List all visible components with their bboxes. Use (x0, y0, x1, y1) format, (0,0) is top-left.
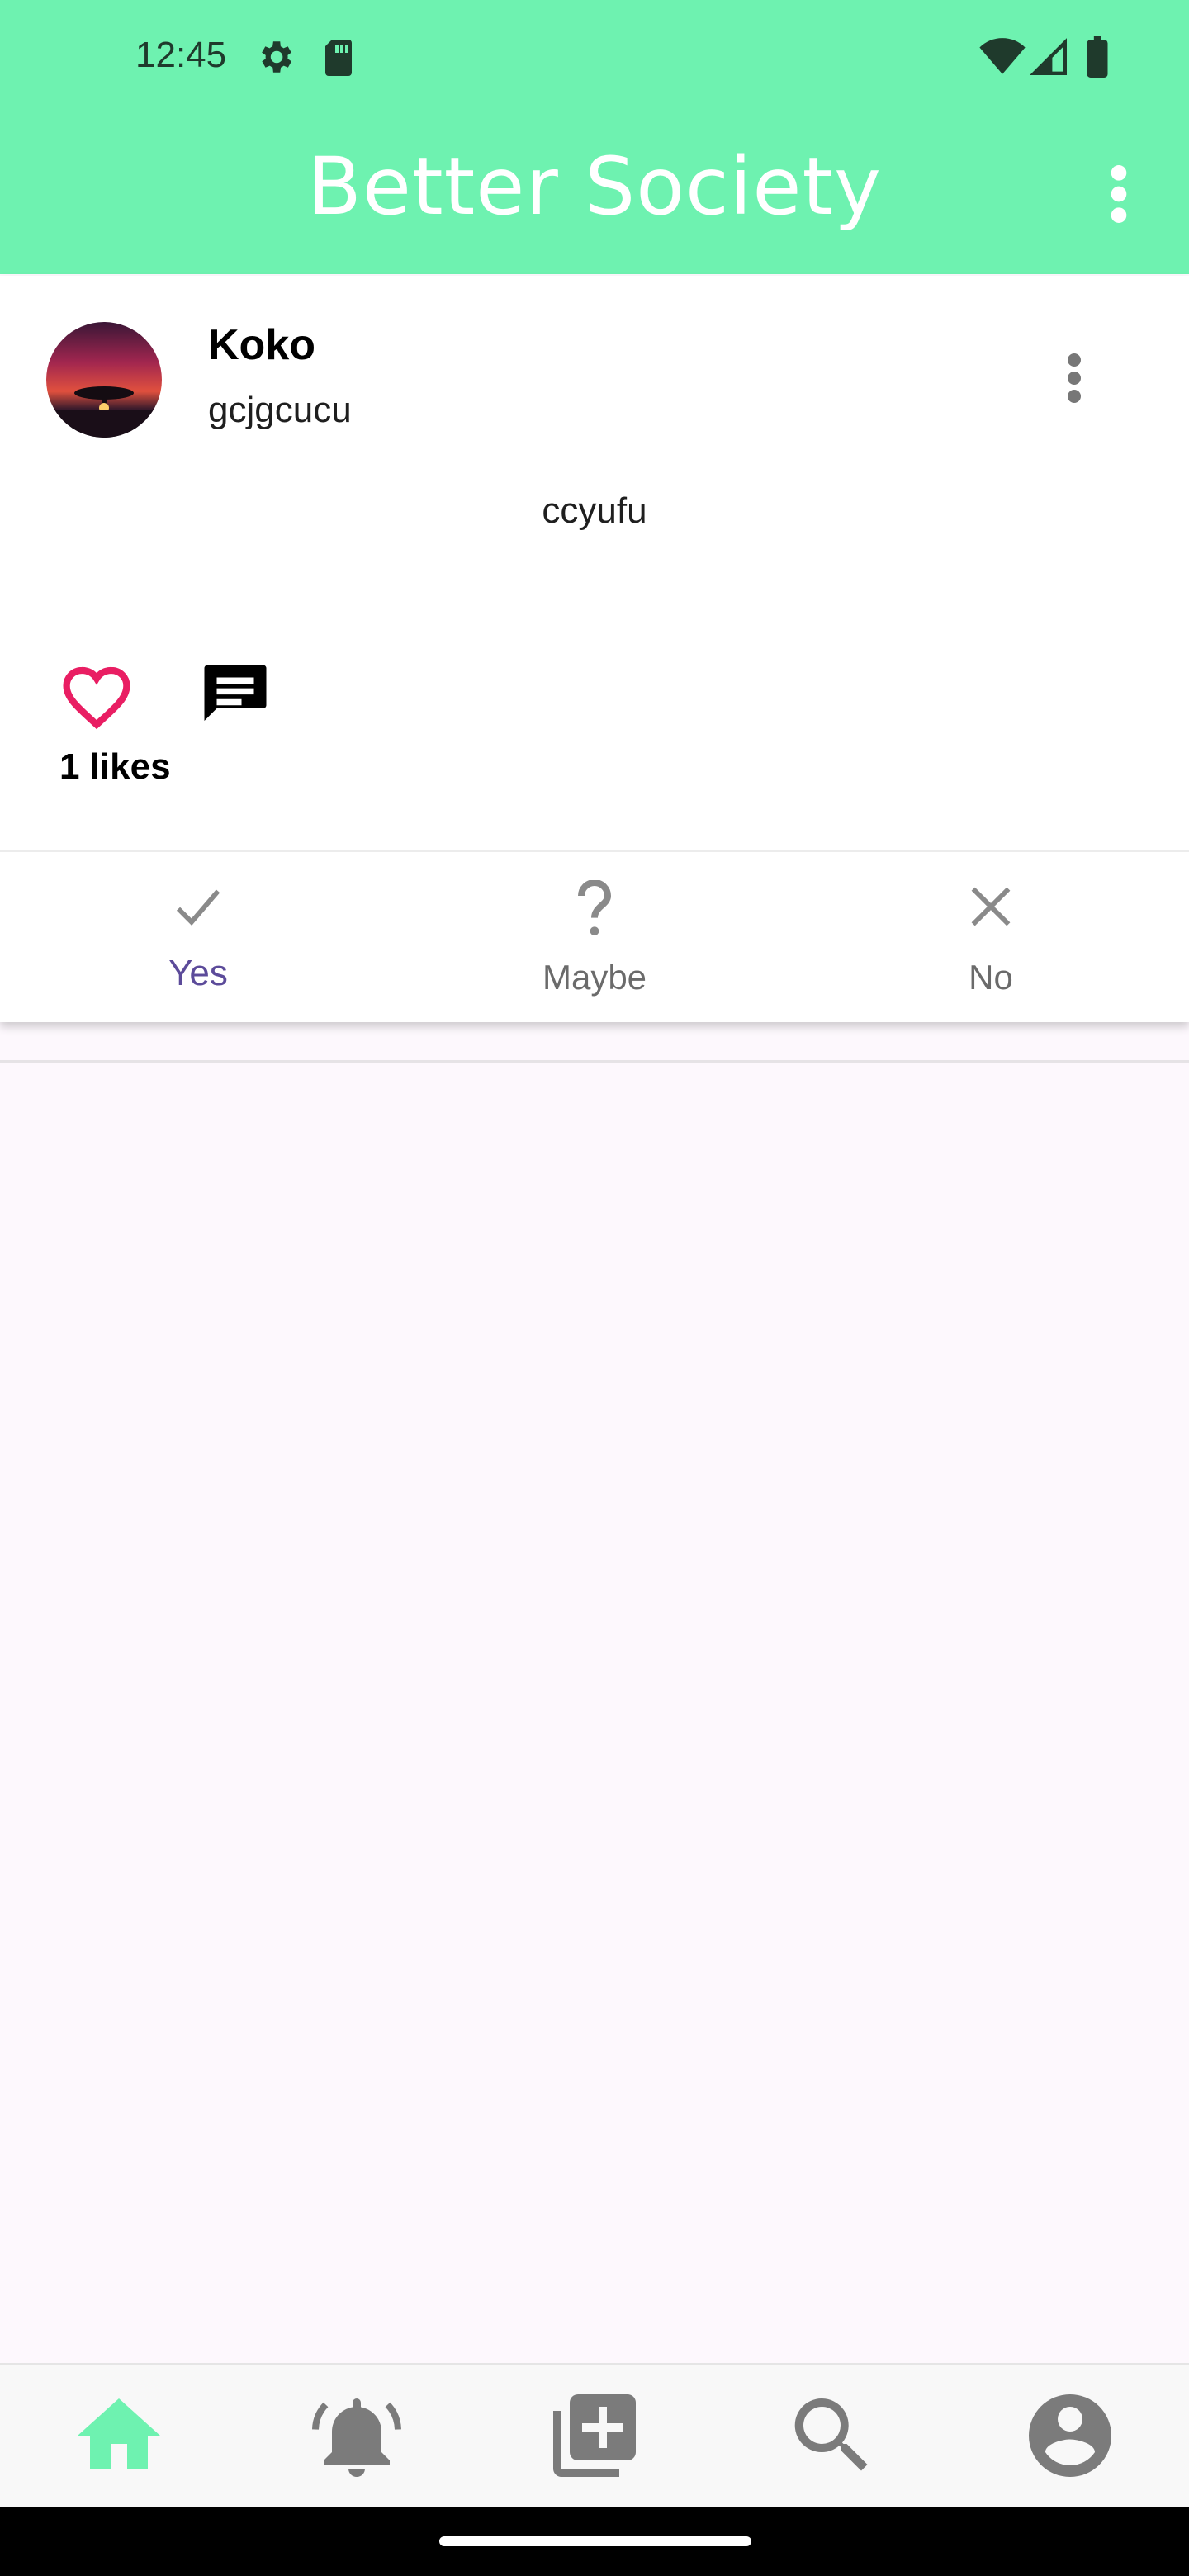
heart-icon[interactable] (59, 661, 134, 730)
sd-card-icon (325, 40, 352, 76)
vote-yes-button[interactable]: Yes (99, 875, 297, 999)
profile-icon (1029, 2394, 1111, 2477)
gesture-handle[interactable] (439, 2536, 751, 2546)
battery-icon (1087, 36, 1108, 78)
wifi-icon (979, 38, 1026, 74)
nav-profile[interactable] (1021, 2386, 1120, 2485)
add-post-icon (553, 2394, 636, 2477)
more-vert-icon[interactable] (1106, 165, 1131, 223)
vote-maybe-button[interactable]: Maybe (495, 875, 694, 999)
post-more-icon[interactable] (1065, 353, 1083, 403)
notifications-icon (312, 2398, 401, 2477)
settings-icon (262, 41, 291, 73)
home-icon (78, 2398, 160, 2469)
vote-no-label: No (969, 958, 1013, 997)
search-icon (794, 2398, 868, 2471)
nav-add-post[interactable] (545, 2386, 644, 2485)
post-author-handle: gcjgcucu (208, 390, 352, 430)
check-icon (176, 889, 220, 926)
app-title: Better Society (307, 140, 882, 233)
post-body: ccyufu (542, 490, 647, 531)
vote-bar-divider (0, 850, 1189, 852)
question-icon (578, 880, 612, 935)
avatar-image (46, 322, 162, 438)
close-icon (971, 887, 1011, 926)
nav-notifications[interactable] (307, 2386, 406, 2485)
vote-maybe-label: Maybe (542, 958, 647, 997)
nav-search[interactable] (783, 2386, 882, 2485)
signal-icon (1030, 38, 1067, 75)
vote-no-button[interactable]: No (892, 875, 1090, 999)
nav-home[interactable] (69, 2386, 168, 2485)
vote-yes-label: Yes (168, 953, 228, 993)
likes-count: 1 likes (59, 746, 171, 787)
avatar[interactable] (46, 322, 162, 438)
status-time: 12:45 (135, 35, 227, 75)
feed-divider (0, 1060, 1189, 1063)
comment-icon[interactable] (198, 659, 272, 733)
post-author-name[interactable]: Koko (208, 320, 315, 370)
